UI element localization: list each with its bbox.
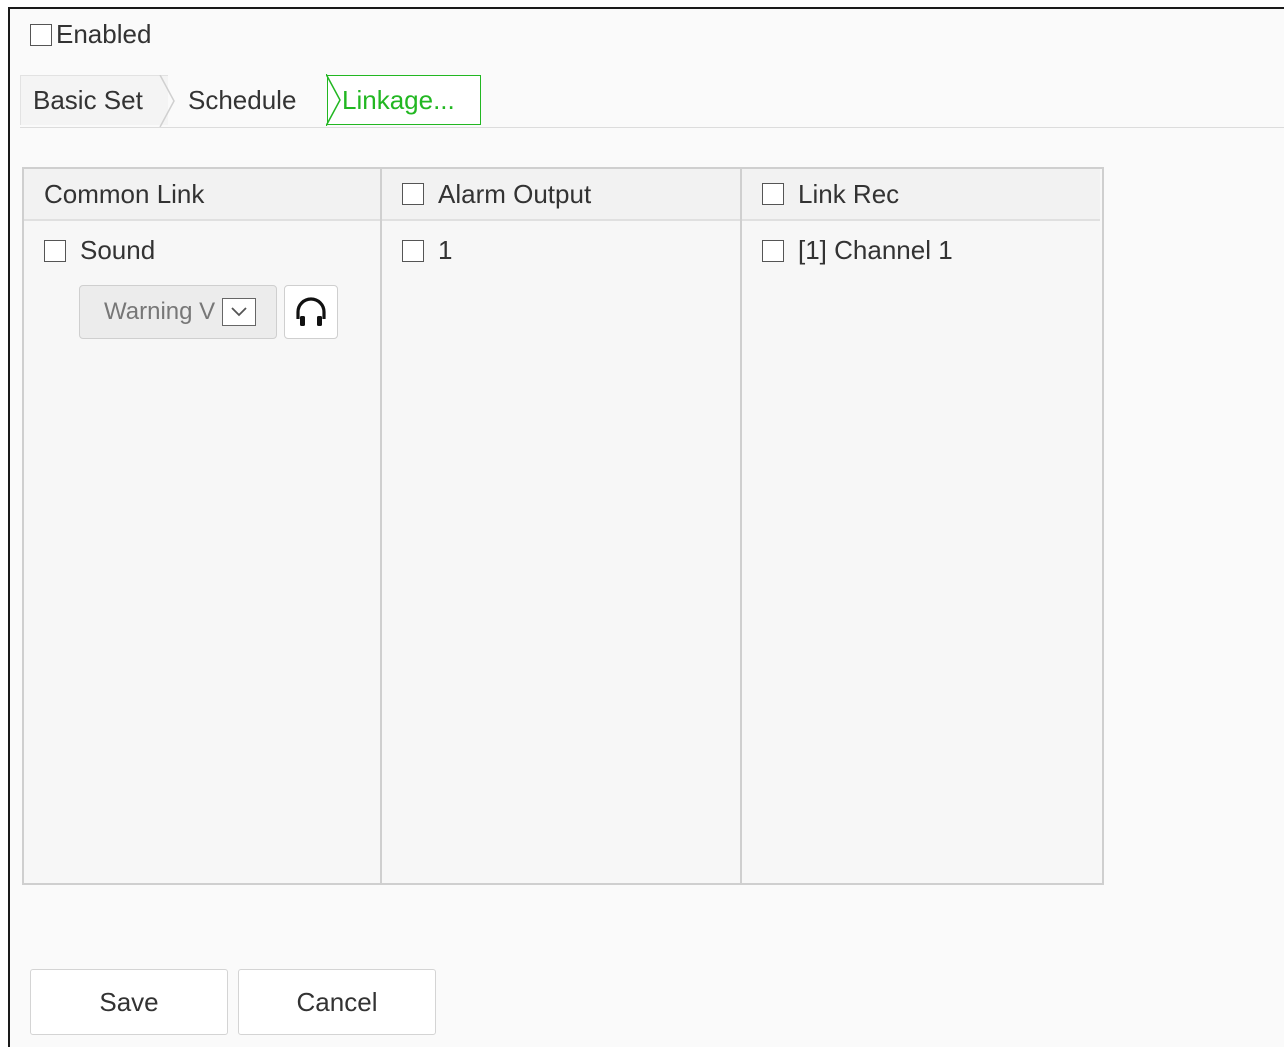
tab-schedule[interactable]: Schedule xyxy=(170,75,325,125)
cancel-button[interactable]: Cancel xyxy=(238,969,436,1035)
channel-1-checkbox[interactable] xyxy=(762,239,784,262)
link-rec-header[interactable]: Link Rec xyxy=(742,169,1100,221)
alarm-output-item-label: 1 xyxy=(438,235,453,265)
linkage-panel: Enabled Basic Set Schedule Linkage... Co… xyxy=(8,7,1284,1047)
enabled-label: Enabled xyxy=(56,19,152,49)
sound-select-value: Warning V xyxy=(104,298,216,325)
common-link-header: Common Link xyxy=(24,169,380,221)
alarm-output-item[interactable]: 1 xyxy=(382,235,740,266)
alarm-output-header[interactable]: Alarm Output xyxy=(382,169,740,221)
tab-schedule-label: Schedule xyxy=(188,84,297,115)
alarm-output-1-checkbox[interactable] xyxy=(402,239,424,262)
chevron-down-icon[interactable] xyxy=(222,298,256,326)
enabled-checkbox[interactable] xyxy=(30,23,52,46)
play-sound-button[interactable] xyxy=(284,285,338,339)
enabled-checkbox-row[interactable]: Enabled xyxy=(30,19,151,50)
headphones-icon xyxy=(296,297,326,326)
link-rec-select-all-checkbox[interactable] xyxy=(762,183,784,205)
link-rec-column: Link Rec [1] Channel 1 xyxy=(742,169,1100,883)
alarm-output-header-label: Alarm Output xyxy=(438,178,592,209)
sound-checkbox[interactable] xyxy=(44,239,66,262)
tab-basic-set[interactable]: Basic Set xyxy=(20,75,168,125)
sound-controls: Warning V xyxy=(79,285,338,339)
sound-option[interactable]: Sound xyxy=(24,235,380,266)
common-link-column: Common Link Sound Warning V xyxy=(24,169,382,883)
tab-linkage-label: Linkage... xyxy=(342,84,455,115)
breadcrumb-separator-icon xyxy=(326,74,341,126)
alarm-output-column: Alarm Output 1 xyxy=(382,169,742,883)
linkage-table: Common Link Sound Warning V Alarm Output… xyxy=(22,167,1104,885)
breadcrumb-tabs: Basic Set Schedule Linkage... xyxy=(20,74,1284,128)
sound-select[interactable]: Warning V xyxy=(79,285,277,339)
link-rec-header-label: Link Rec xyxy=(798,178,900,209)
tab-linkage[interactable]: Linkage... xyxy=(326,74,481,126)
common-link-header-label: Common Link xyxy=(44,178,205,209)
save-button[interactable]: Save xyxy=(30,969,228,1035)
alarm-output-select-all-checkbox[interactable] xyxy=(402,183,424,205)
tab-basic-set-label: Basic Set xyxy=(33,85,143,115)
link-rec-item[interactable]: [1] Channel 1 xyxy=(742,235,1100,266)
link-rec-item-label: [1] Channel 1 xyxy=(798,235,953,265)
sound-label: Sound xyxy=(80,235,156,265)
